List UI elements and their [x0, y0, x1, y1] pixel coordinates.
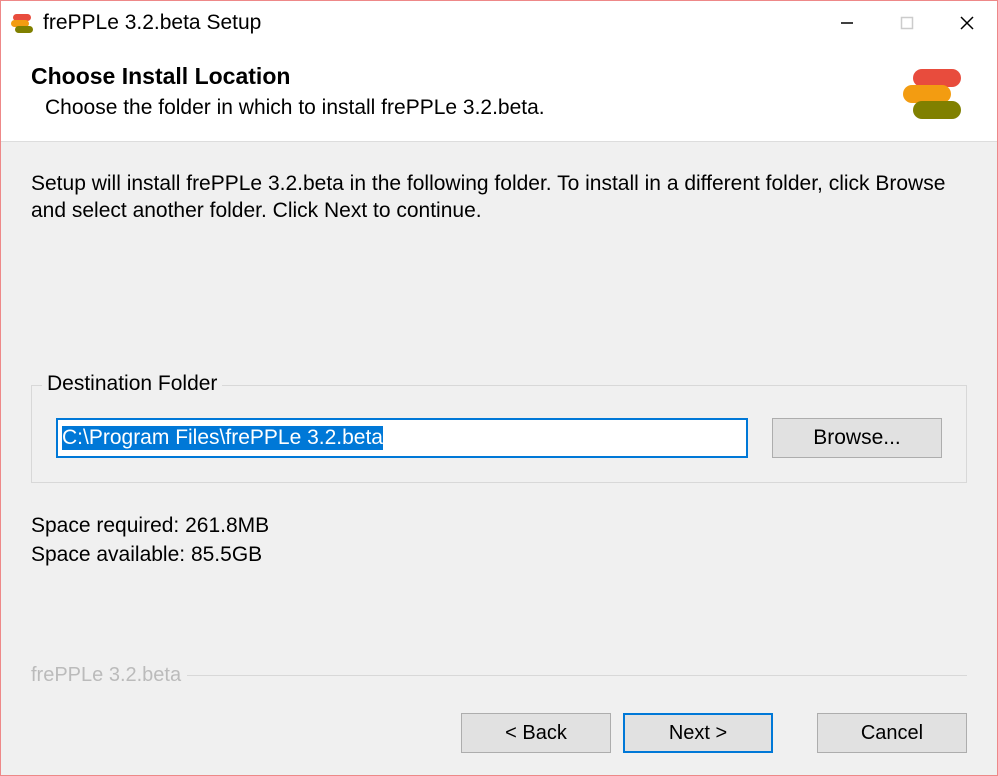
page-subheading: Choose the folder in which to install fr… — [45, 96, 899, 120]
header-section: Choose Install Location Choose the folde… — [1, 45, 997, 142]
branding-text: frePPLe 3.2.beta — [31, 664, 187, 687]
footer-buttons: < Back Next > Cancel — [1, 697, 997, 775]
browse-button[interactable]: Browse... — [772, 418, 942, 458]
maximize-button — [877, 1, 937, 45]
groupbox-label: Destination Folder — [42, 372, 222, 396]
back-button[interactable]: < Back — [461, 713, 611, 753]
close-button[interactable] — [937, 1, 997, 45]
app-icon — [9, 10, 35, 36]
header-text: Choose Install Location Choose the folde… — [31, 63, 899, 120]
content-area: Setup will install frePPLe 3.2.beta in t… — [1, 142, 997, 697]
next-button[interactable]: Next > — [623, 713, 773, 753]
folder-row: C:\Program Files\frePPLe 3.2.beta Browse… — [56, 418, 942, 458]
window-controls — [817, 1, 997, 45]
branding-row: frePPLe 3.2.beta — [31, 664, 967, 687]
space-required-text: Space required: 261.8MB — [31, 511, 967, 540]
space-available-text: Space available: 85.5GB — [31, 540, 967, 569]
close-icon — [959, 15, 975, 31]
instructions-text: Setup will install frePPLe 3.2.beta in t… — [31, 170, 967, 225]
install-path-value: C:\Program Files\frePPLe 3.2.beta — [62, 426, 383, 450]
maximize-icon — [900, 16, 914, 30]
space-info: Space required: 261.8MB Space available:… — [31, 511, 967, 570]
branding-divider — [187, 675, 967, 676]
button-spacer — [785, 713, 805, 753]
titlebar: frePPLe 3.2.beta Setup — [1, 1, 997, 45]
installer-window: frePPLe 3.2.beta Setup Choose Install Lo… — [0, 0, 998, 776]
page-heading: Choose Install Location — [31, 63, 899, 90]
minimize-button[interactable] — [817, 1, 877, 45]
window-title: frePPLe 3.2.beta Setup — [43, 11, 817, 35]
brand-logo-icon — [899, 63, 963, 127]
install-path-input[interactable]: C:\Program Files\frePPLe 3.2.beta — [56, 418, 748, 458]
destination-folder-group: Destination Folder C:\Program Files\freP… — [31, 385, 967, 483]
minimize-icon — [840, 16, 854, 30]
cancel-button[interactable]: Cancel — [817, 713, 967, 753]
